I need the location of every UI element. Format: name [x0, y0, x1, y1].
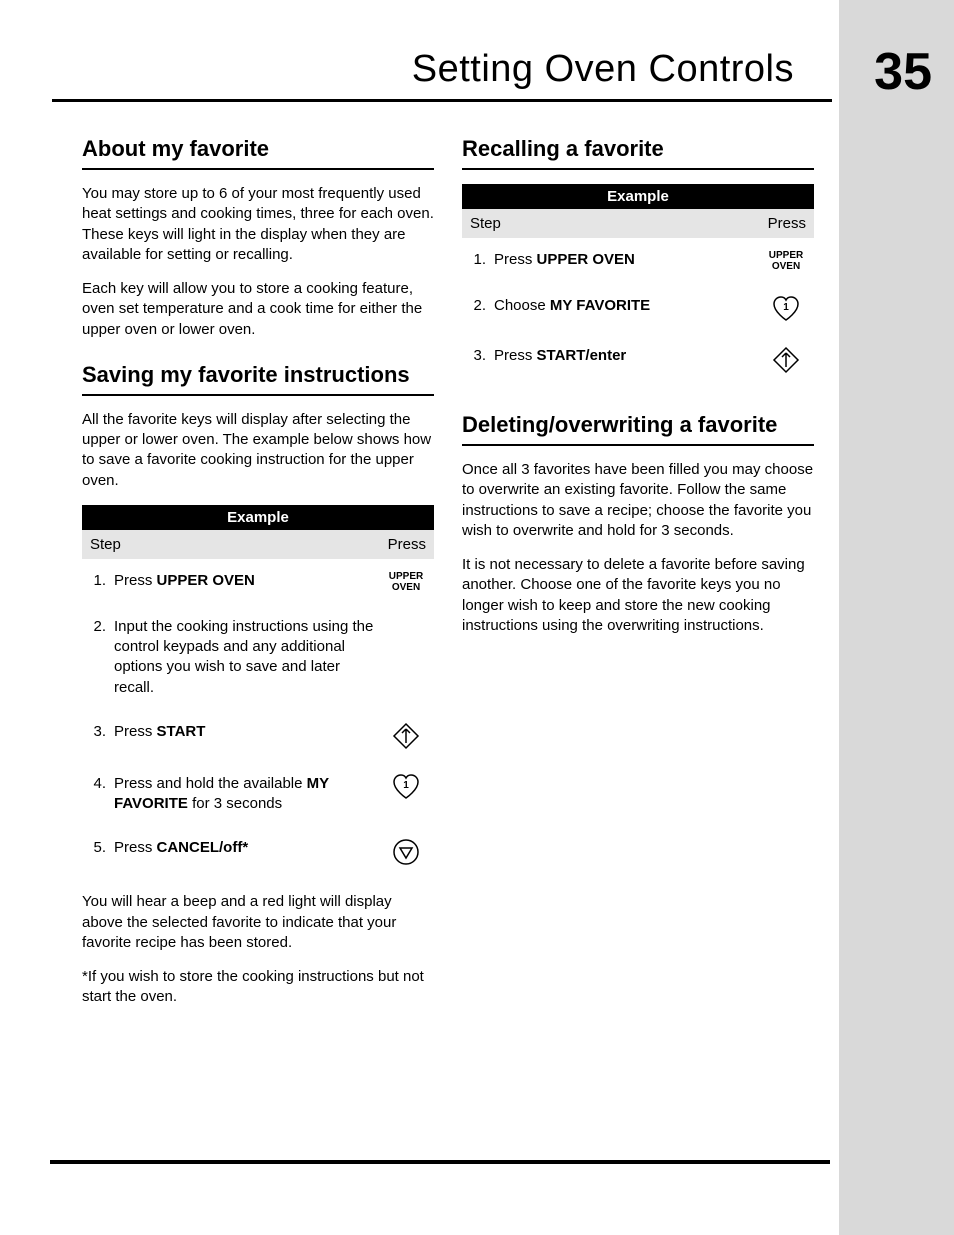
saving-intro: All the favorite keys will display after… — [82, 410, 434, 491]
upper-oven-icon: UPPEROVEN — [382, 571, 430, 593]
table-row: 2. Input the cooking instructions using … — [82, 605, 434, 710]
col-step: Step — [470, 215, 501, 232]
step-text: Press UPPER OVEN — [494, 250, 762, 270]
about-p2: Each key will allow you to store a cooki… — [82, 279, 434, 340]
left-column: About my favorite You may store up to 6 … — [82, 136, 434, 1022]
table-row: 3. Press START — [82, 710, 434, 762]
right-column: Recalling a favorite Example Step Press … — [462, 136, 814, 1022]
page-content: Setting Oven Controls 35 About my favori… — [0, 0, 839, 1022]
table-subhead: Step Press — [82, 530, 434, 559]
heading-about: About my favorite — [82, 136, 434, 170]
step-num: 1. — [466, 250, 494, 270]
table-row: 2. Choose MY FAVORITE 1 — [462, 284, 814, 334]
col-press: Press — [388, 536, 426, 553]
step-text: Press CANCEL/off* — [114, 838, 382, 858]
recall-table: Example Step Press 1. Press UPPER OVEN U… — [462, 184, 814, 386]
step-num: 3. — [466, 346, 494, 366]
step-num: 2. — [86, 617, 114, 637]
delete-p2: It is not necessary to delete a favorite… — [462, 555, 814, 636]
step-text: Input the cooking instructions using the… — [114, 617, 382, 698]
step-num: 4. — [86, 774, 114, 794]
step-text: Choose MY FAVORITE — [494, 296, 762, 316]
saving-table: Example Step Press 1. Press UPPER OVEN U… — [82, 505, 434, 879]
heading-delete: Deleting/overwriting a favorite — [462, 412, 814, 446]
saving-after1: You will hear a beep and a red light wil… — [82, 892, 434, 953]
table-title: Example — [462, 184, 814, 209]
step-num: 1. — [86, 571, 114, 591]
col-step: Step — [90, 536, 121, 553]
page-number: 35 — [874, 42, 932, 102]
table-row: 1. Press UPPER OVEN UPPEROVEN — [82, 559, 434, 605]
table-title: Example — [82, 505, 434, 530]
step-text: Press START/enter — [494, 346, 762, 366]
start-icon — [762, 346, 810, 374]
heading-recall: Recalling a favorite — [462, 136, 814, 170]
step-num: 2. — [466, 296, 494, 316]
col-press: Press — [768, 215, 806, 232]
step-text: Press START — [114, 722, 382, 742]
favorite-icon: 1 — [382, 774, 430, 800]
svg-text:1: 1 — [403, 780, 409, 791]
content-columns: About my favorite You may store up to 6 … — [82, 136, 839, 1022]
step-text: Press and hold the available MY FAVORITE… — [114, 774, 382, 815]
step-num: 5. — [86, 838, 114, 858]
delete-p1: Once all 3 favorites have been filled yo… — [462, 460, 814, 541]
table-row: 1. Press UPPER OVEN UPPEROVEN — [462, 238, 814, 284]
table-row: 4. Press and hold the available MY FAVOR… — [82, 762, 434, 827]
page-title: Setting Oven Controls — [412, 48, 794, 91]
table-row: 5. Press CANCEL/off* — [82, 826, 434, 878]
footer-rule — [50, 1160, 830, 1164]
start-icon — [382, 722, 430, 750]
heading-saving: Saving my favorite instructions — [82, 362, 434, 396]
page-header: Setting Oven Controls — [52, 48, 832, 102]
saving-after2: *If you wish to store the cooking instru… — [82, 967, 434, 1008]
table-subhead: Step Press — [462, 209, 814, 238]
page-margin — [839, 0, 954, 1235]
upper-oven-icon: UPPEROVEN — [762, 250, 810, 272]
step-text: Press UPPER OVEN — [114, 571, 382, 591]
step-num: 3. — [86, 722, 114, 742]
favorite-icon: 1 — [762, 296, 810, 322]
table-row: 3. Press START/enter — [462, 334, 814, 386]
svg-text:1: 1 — [783, 302, 789, 313]
cancel-icon — [382, 838, 430, 866]
about-p1: You may store up to 6 of your most frequ… — [82, 184, 434, 265]
